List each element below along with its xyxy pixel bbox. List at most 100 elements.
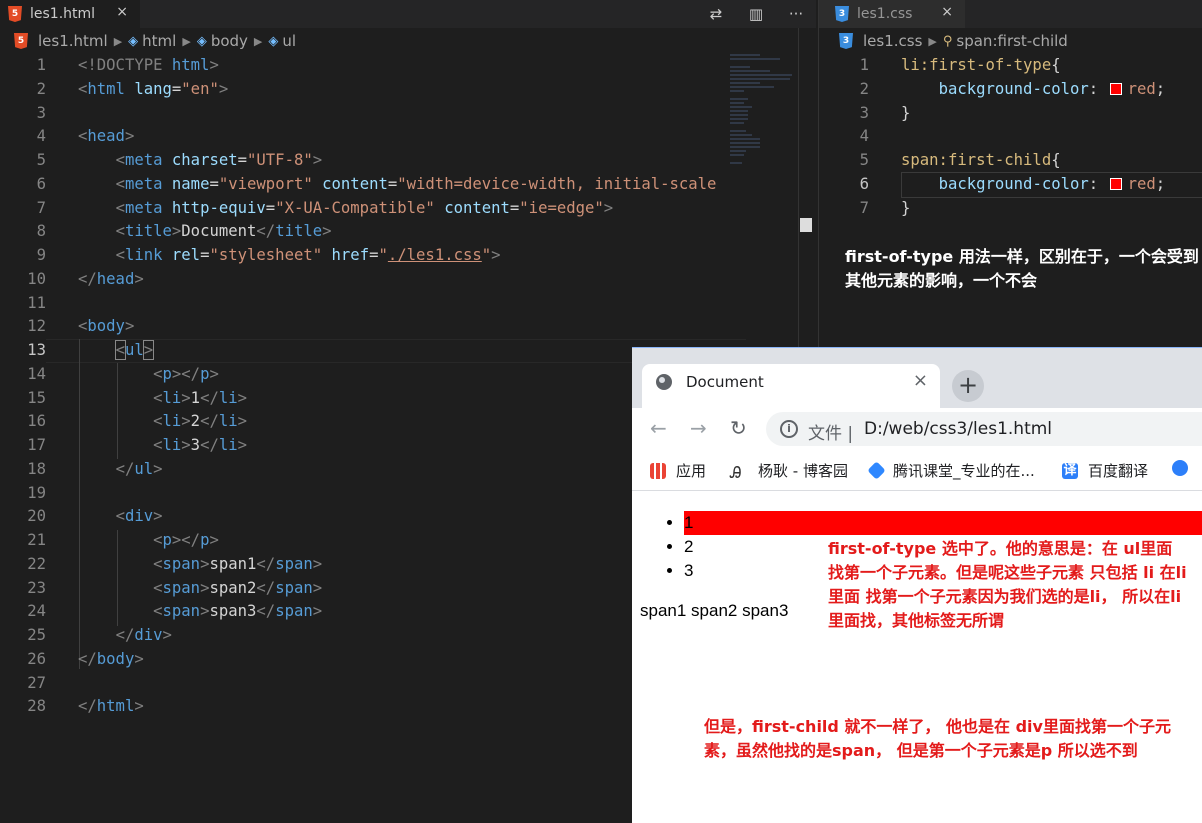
tab-les1-css[interactable]: 3 les1.css × — [819, 0, 965, 28]
address-url[interactable]: D:/web/css3/les1.html — [864, 419, 1052, 439]
bookmark-apps[interactable]: 应用 — [650, 460, 706, 481]
scrollbar[interactable] — [798, 28, 813, 348]
address-bar[interactable]: i 文件 | D:/web/css3/les1.html — [766, 412, 1202, 446]
line-number: 14 — [27, 364, 46, 383]
css3-icon: 3 — [835, 6, 849, 22]
color-swatch[interactable] — [1109, 178, 1122, 191]
reload-icon[interactable]: ↻ — [730, 416, 747, 440]
breadcrumb-item-html[interactable]: html — [142, 32, 176, 50]
editor-actions: ⇄ ▥ ··· — [704, 0, 808, 28]
bookmarks-bar: 应用 Ꭿ 杨耿 - 博客园 腾讯课堂_专业的在... 译 百度翻译 — [632, 450, 1202, 491]
minimap-line — [730, 98, 748, 100]
info-icon[interactable]: i — [780, 420, 798, 438]
line-number: 17 — [27, 436, 46, 454]
bookmark-label: 应用 — [676, 462, 707, 480]
back-arrow-icon[interactable]: ← — [650, 416, 667, 440]
line-numbers: 1 2 3 4 5 6 7 — [819, 54, 869, 220]
line-number: 25 — [27, 626, 46, 644]
forward-arrow-icon[interactable]: → — [690, 416, 707, 440]
baidu-paw-icon — [1172, 460, 1188, 476]
list-item: 1 — [684, 511, 1202, 535]
browser-window: Document × + ← → ↻ i 文件 | D:/web/css3/le… — [632, 347, 1202, 823]
baidu-translate-icon: 译 — [1062, 462, 1078, 479]
split-editor-icon[interactable]: ▥ — [744, 5, 768, 23]
line-number: 1 — [36, 56, 46, 74]
line-number: 16 — [27, 412, 46, 431]
bookmark-tencent[interactable]: 腾讯课堂_专业的在... — [867, 460, 1035, 481]
left-tab-bar: 5 les1.html × ⇄ ▥ ··· — [0, 0, 816, 28]
page-content: 1 2 3 span1 span2 span3 first-of-type 选中… — [632, 491, 1202, 823]
globe-icon — [656, 374, 672, 390]
breadcrumb-item-file[interactable]: les1.css — [863, 32, 922, 50]
line-number: 8 — [36, 222, 46, 241]
line-number: 7 — [859, 198, 869, 217]
minimap-line — [730, 118, 748, 120]
new-tab-button[interactable]: + — [952, 370, 984, 402]
browser-tab-strip: Document × + — [632, 348, 1202, 408]
line-number: 26 — [27, 649, 46, 668]
color-swatch[interactable] — [1109, 83, 1122, 96]
line-number: 28 — [27, 697, 46, 716]
minimap-line — [730, 66, 750, 68]
bookmark-extra[interactable] — [1172, 460, 1198, 476]
close-icon[interactable]: × — [913, 370, 928, 391]
minimap-line — [730, 154, 744, 156]
browser-toolbar: ← → ↻ i 文件 | D:/web/css3/les1.html — [632, 408, 1202, 450]
bookmark-label: 百度翻译 — [1088, 462, 1149, 480]
line-number: 5 — [859, 151, 869, 169]
minimap-line — [730, 90, 744, 92]
open-changes-icon[interactable]: ⇄ — [704, 5, 728, 23]
minimap-line — [730, 150, 746, 152]
bookmark-baidu-translate[interactable]: 译 百度翻译 — [1062, 460, 1148, 481]
breadcrumb-item-body[interactable]: body — [211, 32, 248, 50]
line-number: 4 — [36, 127, 46, 146]
tencent-classroom-icon — [867, 461, 886, 480]
html5-icon: 5 — [8, 6, 22, 22]
line-number: 21 — [27, 531, 46, 549]
blog-icon: Ꭿ — [730, 462, 742, 482]
minimap-line — [730, 82, 760, 84]
element-icon: ◈ — [268, 33, 279, 49]
minimap-line — [730, 58, 780, 60]
minimap-line — [730, 122, 744, 124]
minimap-line — [730, 110, 748, 112]
line-number: 27 — [27, 673, 46, 692]
minimap-line — [730, 138, 760, 140]
minimap-line — [730, 74, 792, 76]
minimap-line — [730, 106, 752, 108]
minimap-line — [730, 102, 744, 104]
breadcrumb-item-file[interactable]: les1.html — [38, 32, 108, 50]
more-actions-icon[interactable]: ··· — [784, 5, 808, 23]
line-number: 3 — [36, 103, 46, 122]
close-icon[interactable]: × — [116, 4, 128, 20]
line-number: 7 — [36, 198, 46, 217]
tab-title: les1.css — [857, 6, 913, 22]
bookmark-blog[interactable]: Ꭿ 杨耿 - 博客园 — [730, 460, 848, 482]
line-number: 11 — [27, 293, 46, 312]
annotation-note: first-of-type 用法一样，区别在于，一个会受到其他元素的影响，一个不… — [845, 247, 1199, 290]
breadcrumb-item-selector[interactable]: span:first-child — [956, 32, 1067, 50]
close-icon[interactable]: × — [941, 4, 953, 20]
line-number: 1 — [859, 56, 869, 74]
line-number: 6 — [859, 174, 869, 193]
minimap-line — [730, 134, 752, 136]
minimap-line — [730, 54, 760, 56]
browser-tab[interactable]: Document × — [642, 364, 940, 408]
line-number: 22 — [27, 554, 46, 573]
line-number: 18 — [27, 459, 46, 478]
line-number: 12 — [27, 317, 46, 336]
tab-les1-html[interactable]: 5 les1.html × — [0, 0, 140, 28]
breadcrumb-item-ul[interactable]: ul — [282, 32, 296, 50]
bookmark-label: 杨耿 - 博客园 — [758, 462, 848, 480]
bookmark-label: 腾讯课堂_专业的在... — [893, 462, 1035, 480]
line-number: 23 — [27, 578, 46, 597]
breadcrumb: 3 les1.css ▶ ⚲ span:first-child — [839, 30, 1068, 52]
minimap-line — [730, 130, 746, 132]
minimap-line — [730, 114, 748, 116]
css3-icon: 3 — [839, 33, 853, 49]
first-child-note: 但是，first-child 就不一样了， 他也是在 div里面找第一个子元素，… — [704, 717, 1171, 760]
minimap-line — [730, 86, 774, 88]
code-area[interactable]: li:first-of-type{ background-color: red;… — [901, 54, 1201, 220]
minimap[interactable] — [730, 54, 798, 354]
scrollbar-thumb[interactable] — [800, 218, 812, 232]
